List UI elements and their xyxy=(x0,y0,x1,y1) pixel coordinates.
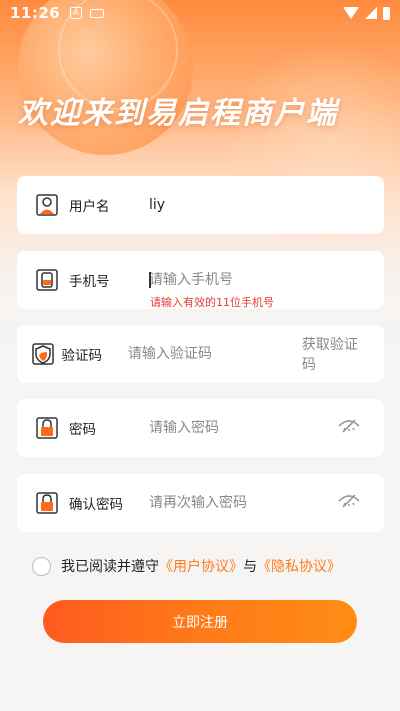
page-title: 欢迎来到易启程商户端 xyxy=(18,96,338,131)
lock-icon xyxy=(36,492,58,514)
status-time: 11:26 xyxy=(10,4,61,22)
confirm-password-input[interactable] xyxy=(149,495,338,511)
status-bar: 11:26 A xyxy=(0,0,400,26)
confirm-visibility-toggle[interactable] xyxy=(338,494,384,512)
privacy-agreement-link[interactable]: 《隐私协议》 xyxy=(257,556,341,576)
eye-off-icon xyxy=(338,494,360,508)
battery-icon xyxy=(383,6,390,20)
phone-error-text: 请输入有效的11位手机号 xyxy=(150,296,274,309)
phone-label: 手机号 xyxy=(69,274,110,290)
password-input[interactable] xyxy=(149,420,338,436)
code-input[interactable] xyxy=(127,346,302,362)
signal-icon xyxy=(365,7,377,19)
username-input[interactable] xyxy=(149,197,384,213)
phone-icon xyxy=(36,269,58,291)
wifi-icon xyxy=(343,7,359,19)
agreement-row: 我已阅读并遵守 《用户协议》 与 《隐私协议》 xyxy=(32,556,341,576)
text-cursor xyxy=(149,272,151,288)
register-button[interactable]: 立即注册 xyxy=(43,600,357,643)
phone-input[interactable] xyxy=(149,272,384,288)
notification-icon: A xyxy=(70,7,83,19)
eye-off-icon xyxy=(338,419,360,433)
code-label: 验证码 xyxy=(61,348,103,364)
shield-icon xyxy=(32,343,54,365)
confirm-password-label: 确认密码 xyxy=(69,497,123,513)
agreement-prefix: 我已阅读并遵守 xyxy=(61,559,159,575)
lock-icon xyxy=(36,417,58,439)
password-row: 密码 xyxy=(17,399,384,457)
agreement-checkbox[interactable] xyxy=(32,556,51,576)
password-label: 密码 xyxy=(69,422,96,438)
user-agreement-link[interactable]: 《用户协议》 xyxy=(159,556,243,576)
get-code-button[interactable]: 获取验证码 xyxy=(302,334,384,374)
keyboard-icon xyxy=(90,8,105,18)
username-row: 用户名 xyxy=(17,176,384,234)
code-row: 验证码 获取验证码 xyxy=(17,325,384,383)
agreement-and: 与 xyxy=(243,559,257,575)
user-icon xyxy=(36,194,58,216)
password-visibility-toggle[interactable] xyxy=(338,419,384,437)
username-label: 用户名 xyxy=(69,199,110,215)
confirm-password-row: 确认密码 xyxy=(17,474,384,532)
